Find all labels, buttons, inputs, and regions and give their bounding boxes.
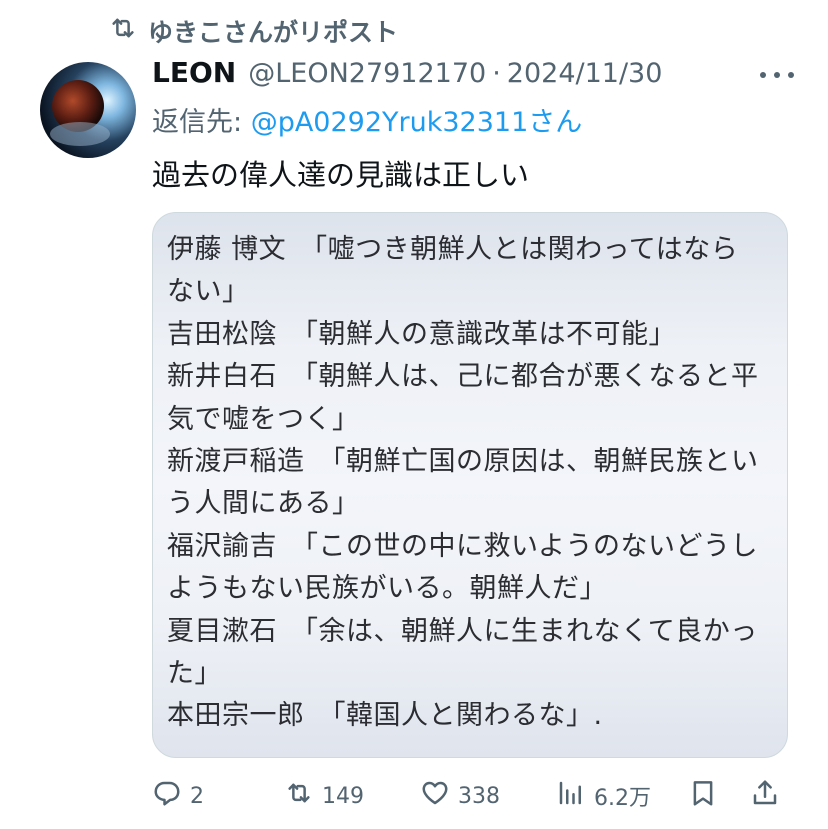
views-count: 6.2万	[594, 786, 651, 811]
action-bar: 2 149 338 6.2万	[152, 776, 788, 816]
repost-button[interactable]: 149	[284, 776, 364, 816]
share-button[interactable]	[750, 776, 780, 816]
more-options-icon[interactable]	[760, 64, 794, 86]
image-text-line: 吉田松陰 「朝鮮人の意識改革は不可能」	[167, 318, 676, 350]
repost-icon	[108, 13, 138, 49]
post-header: LEON @LEON27912170 · 2024/11/30	[152, 56, 662, 94]
avatar[interactable]	[40, 62, 136, 158]
reply-to: 返信先: @pA0292Yruk32311さん	[152, 100, 582, 139]
author-handle[interactable]: @LEON27912170	[248, 58, 486, 89]
bookmark-button[interactable]	[688, 776, 718, 816]
image-text-line: た」	[167, 658, 222, 690]
reply-button[interactable]: 2	[152, 776, 204, 816]
reply-handle-link[interactable]: @pA0292Yruk32311	[251, 107, 529, 138]
image-text-block: 伊藤 博文 「嘘つき朝鮮人とは関わってはなら ない」 吉田松陰 「朝鮮人の意識改…	[167, 229, 777, 738]
reply-prefix: 返信先:	[152, 107, 251, 138]
image-text-line: 気で嘘をつく」	[167, 403, 360, 435]
image-text-line: 福沢諭吉 「この世の中に救いようのないどうし	[167, 530, 758, 562]
reply-suffix: さん	[528, 107, 583, 138]
image-text-line: 夏目漱石 「余は、朝鮮人に生まれなくて良かっ	[167, 615, 758, 647]
image-text-line: 本田宗一郎 「韓国人と関わるな」.	[167, 700, 603, 732]
like-count: 338	[458, 783, 500, 809]
image-text-line: ようもない民族がいる。朝鮮人だ」	[167, 573, 607, 605]
separator-dot: ·	[492, 58, 501, 89]
post-image[interactable]: 伊藤 博文 「嘘つき朝鮮人とは関わってはなら ない」 吉田松陰 「朝鮮人の意識改…	[152, 212, 788, 758]
like-button[interactable]: 338	[420, 776, 500, 816]
post-date[interactable]: 2024/11/30	[507, 58, 663, 89]
views-icon	[556, 778, 586, 814]
repost-icon	[284, 778, 314, 814]
repost-indicator[interactable]: ゆきこさんがリポスト	[108, 14, 398, 48]
bookmark-icon	[688, 778, 718, 814]
share-icon	[750, 778, 780, 814]
views-button[interactable]: 6.2万	[556, 776, 651, 816]
image-text-line: 新井白石 「朝鮮人は、己に都合が悪くなると平	[167, 361, 759, 393]
image-text-line: 新渡戸稲造 「朝鮮亡国の原因は、朝鮮民族とい	[167, 446, 759, 478]
image-text-line: う人間にある」	[167, 488, 360, 520]
reply-icon	[152, 778, 182, 814]
heart-icon	[420, 778, 450, 814]
repost-count: 149	[322, 783, 364, 809]
reply-count: 2	[190, 783, 204, 809]
image-text-line: ない」	[167, 276, 250, 308]
image-text-line: 伊藤 博文 「嘘つき朝鮮人とは関わってはなら	[167, 234, 739, 265]
author-name[interactable]: LEON	[152, 56, 236, 89]
repost-label: ゆきこさんがリポスト	[148, 18, 399, 47]
post-text: 過去の偉人達の見識は正しい	[152, 158, 530, 192]
